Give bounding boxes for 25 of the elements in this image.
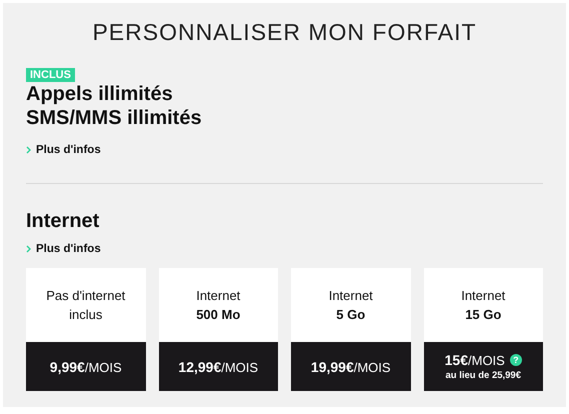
plan-price: 15€/MOIS: [444, 352, 505, 368]
previous-price: au lieu de 25,99€: [445, 370, 521, 381]
section-heading: Internet: [26, 210, 100, 233]
plan-price: 9,99€/MOIS: [50, 358, 122, 374]
plan-label: Pas d'internet inclus: [45, 287, 126, 324]
more-info-link[interactable]: Plus d'infos: [26, 144, 101, 156]
data-allowance: 15 Go: [465, 306, 502, 324]
more-info-link[interactable]: Plus d'infos: [26, 243, 101, 255]
plan-label: Internet: [461, 287, 506, 305]
plan-price: 12,99€/MOIS: [178, 358, 258, 374]
plan-price: 19,99€/MOIS: [310, 358, 391, 374]
plan-option[interactable]: Internet 500 Mo: [158, 268, 278, 342]
data-allowance: 500 Mo: [196, 306, 240, 324]
plan-label: Internet: [196, 287, 240, 305]
included-feature: Appels illimités: [26, 82, 174, 106]
included-badge: INCLUS: [26, 68, 75, 82]
chevron-icon: [26, 245, 32, 253]
plan-option[interactable]: Pas d'internet inclus: [26, 268, 146, 342]
page-title: PERSONNALISER MON FORFAIT: [91, 19, 478, 46]
plan-label: Internet: [328, 287, 373, 305]
plan-option[interactable]: Internet 15 Go: [424, 268, 543, 342]
data-allowance: 5 Go: [336, 306, 366, 324]
plan-option[interactable]: Internet 5 Go: [291, 268, 410, 342]
included-feature: SMS/MMS illimités: [26, 106, 203, 130]
chevron-icon: [26, 146, 32, 154]
